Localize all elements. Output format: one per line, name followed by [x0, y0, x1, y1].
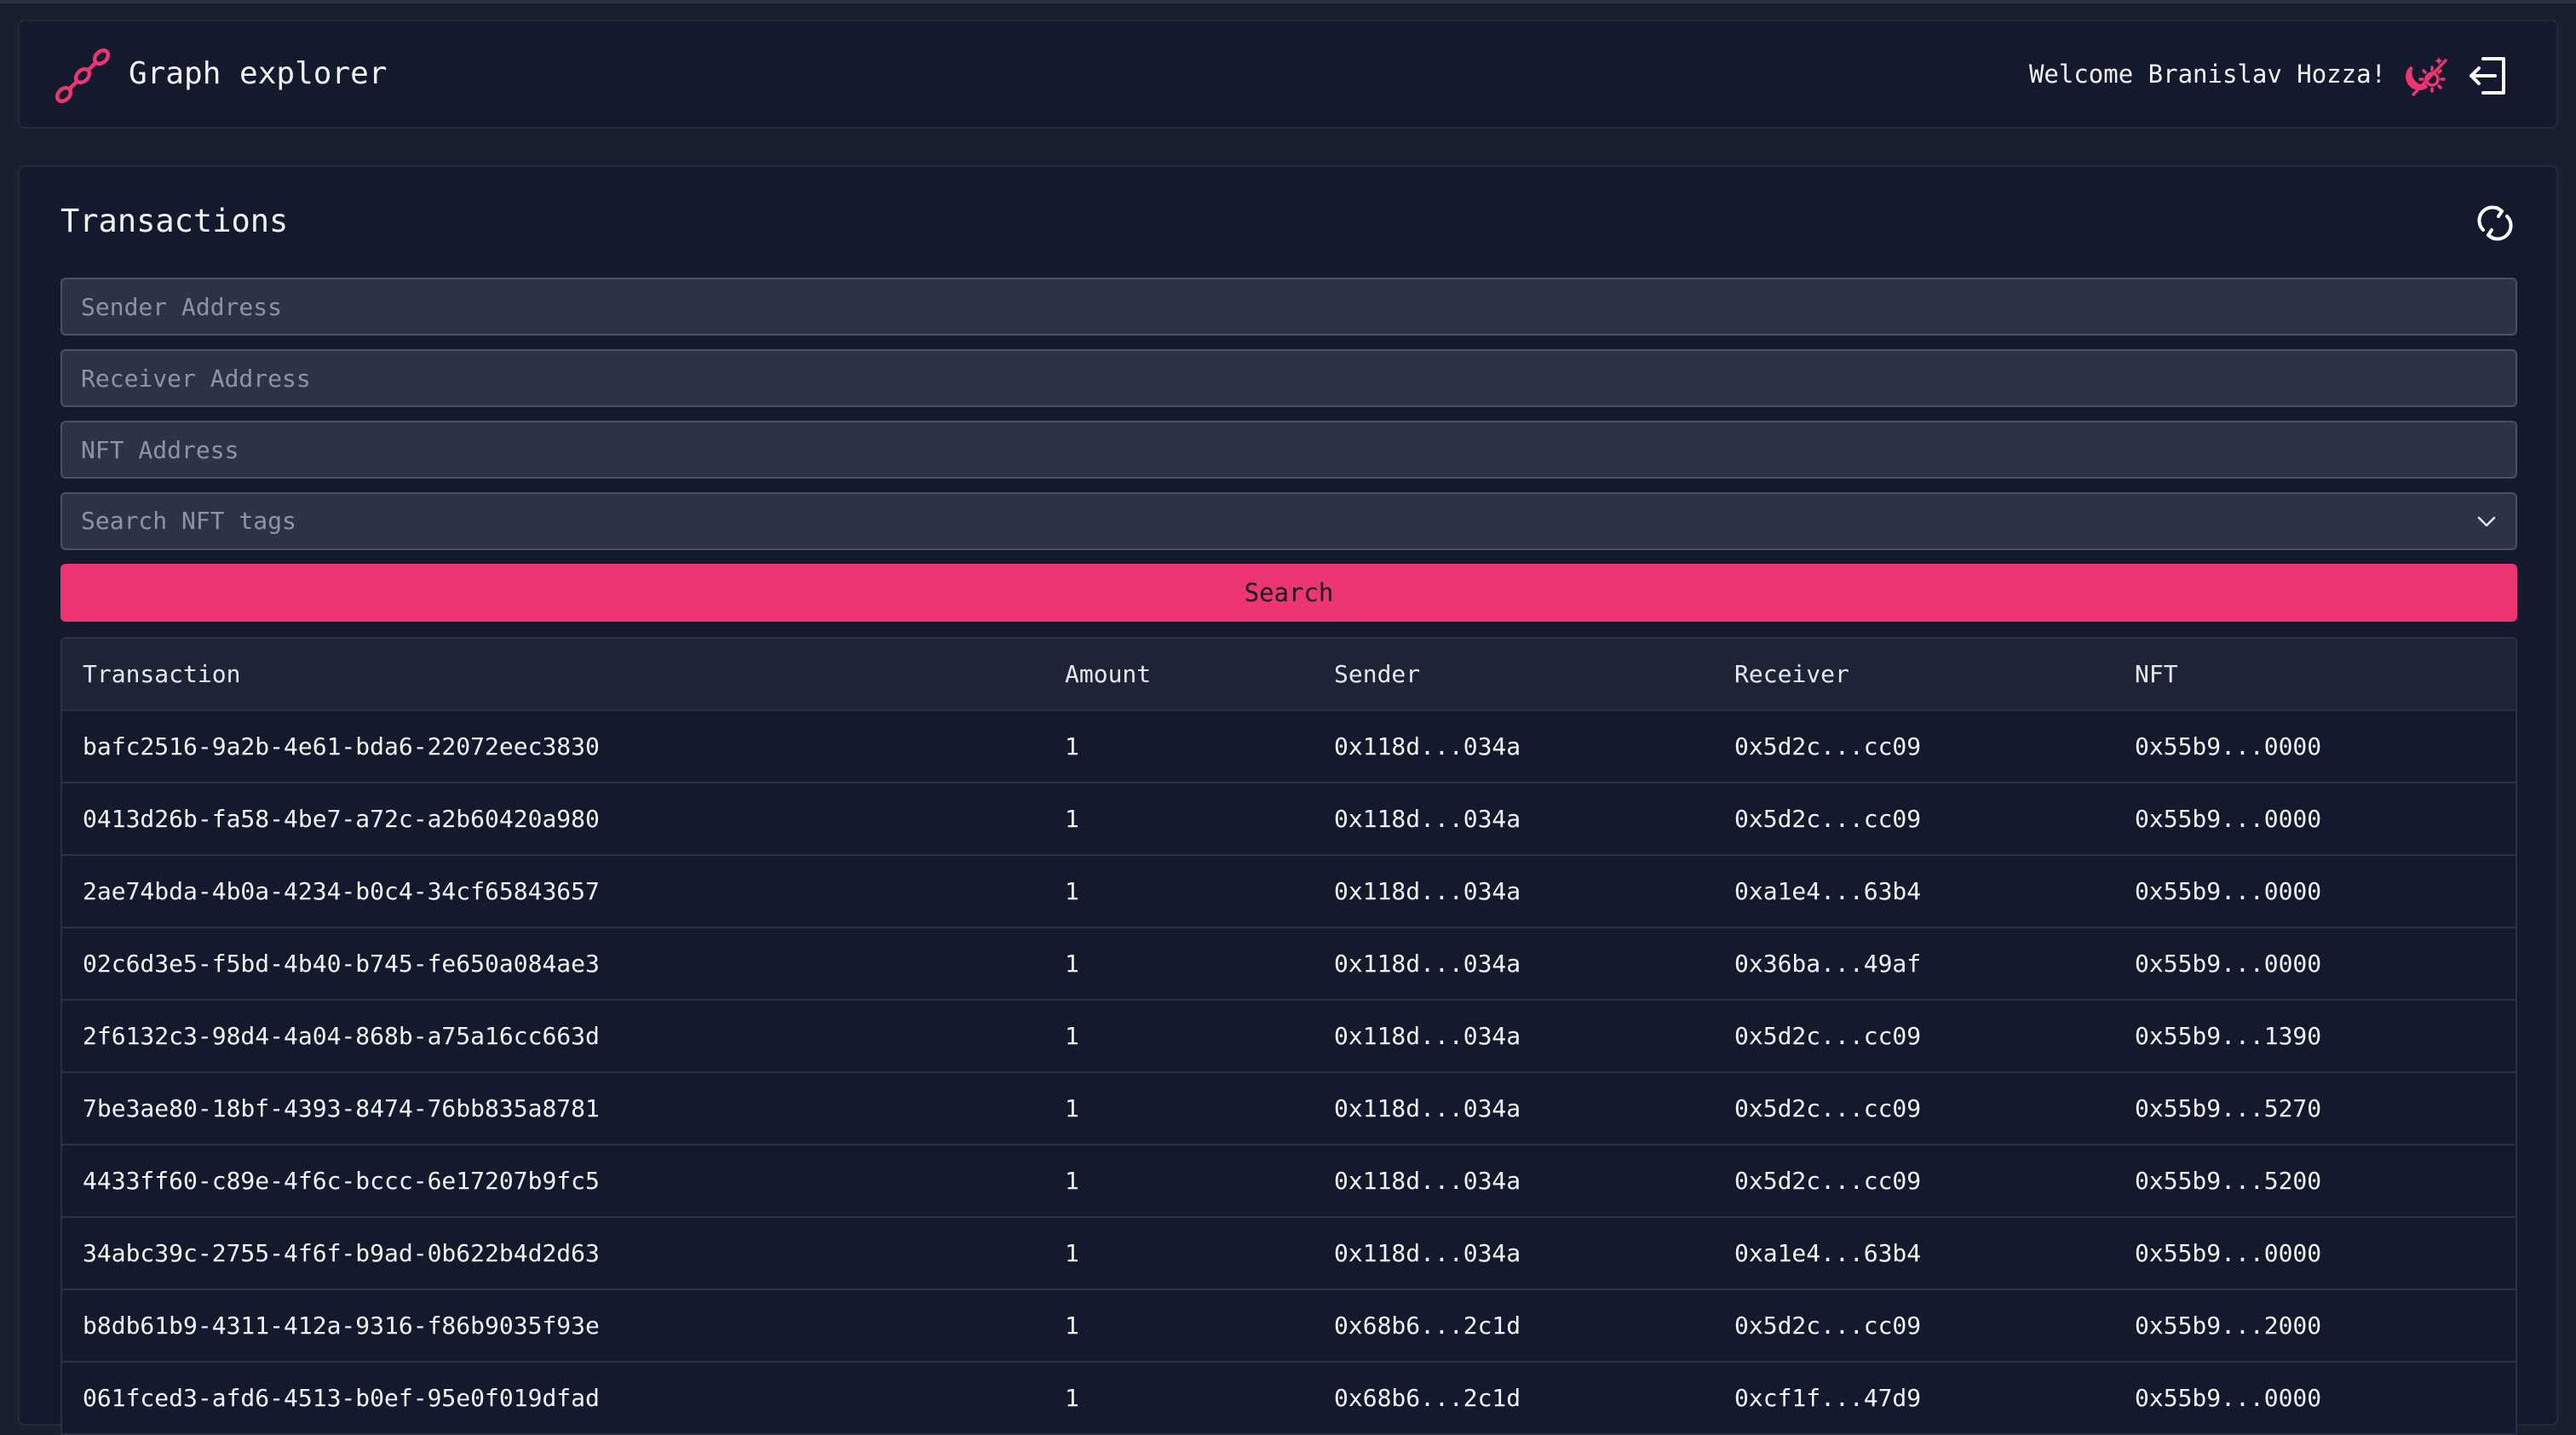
amount-cell: 1 — [1065, 1384, 1079, 1412]
sender-cell: 0x118d...034a — [1334, 950, 1521, 978]
transaction-id-cell: 4433ff60-c89e-4f6c-bccc-6e17207b9fc5 — [83, 1167, 600, 1195]
amount-cell: 1 — [1065, 1094, 1079, 1122]
transactions-panel: Transactions Search NFT tags Search Tran… — [18, 165, 2558, 1435]
chain-link-icon — [55, 48, 111, 104]
amount-cell: 1 — [1065, 1239, 1079, 1267]
amount-cell: 1 — [1065, 1312, 1079, 1340]
table-row[interactable]: 7be3ae80-18bf-4393-8474-76bb835a8781 1 0… — [62, 1073, 2516, 1145]
column-header-transaction[interactable]: Transaction — [83, 639, 240, 709]
column-header-sender[interactable]: Sender — [1334, 639, 1420, 709]
column-header-nft[interactable]: NFT — [2135, 639, 2178, 709]
nft-cell: 0x55b9...0000 — [2135, 1384, 2322, 1412]
table-header-row: Transaction Amount Sender Receiver NFT — [62, 639, 2516, 711]
nft-cell: 0x55b9...1390 — [2135, 1022, 2322, 1050]
table-row[interactable]: 061fced3-afd6-4513-b0ef-95e0f019dfad 1 0… — [62, 1363, 2516, 1435]
sender-cell: 0x68b6...2c1d — [1334, 1312, 1521, 1340]
transactions-table: Transaction Amount Sender Receiver NFT b… — [60, 637, 2517, 1435]
nft-address-input[interactable] — [60, 421, 2517, 479]
nft-cell: 0x55b9...0000 — [2135, 732, 2322, 761]
receiver-cell: 0x5d2c...cc09 — [1734, 1094, 1922, 1122]
sender-cell: 0x118d...034a — [1334, 732, 1521, 761]
chevron-down-icon[interactable] — [2475, 509, 2498, 533]
receiver-cell: 0x5d2c...cc09 — [1734, 1022, 1922, 1050]
amount-cell: 1 — [1065, 732, 1079, 761]
table-row[interactable]: 34abc39c-2755-4f6f-b9ad-0b622b4d2d63 1 0… — [62, 1218, 2516, 1290]
column-header-amount[interactable]: Amount — [1065, 639, 1151, 709]
search-button[interactable]: Search — [60, 564, 2517, 622]
welcome-text: Welcome Branislav Hozza! — [2028, 60, 2386, 89]
amount-cell: 1 — [1065, 950, 1079, 978]
receiver-cell: 0x36ba...49af — [1734, 950, 1922, 978]
nft-cell: 0x55b9...5200 — [2135, 1167, 2322, 1195]
table-row[interactable]: 4433ff60-c89e-4f6c-bccc-6e17207b9fc5 1 0… — [62, 1145, 2516, 1218]
receiver-cell: 0x5d2c...cc09 — [1734, 732, 1922, 761]
nft-tags-placeholder[interactable]: Search NFT tags — [60, 492, 2517, 550]
sender-cell: 0x118d...034a — [1334, 805, 1521, 833]
table-row[interactable]: 0413d26b-fa58-4be7-a72c-a2b60420a980 1 0… — [62, 784, 2516, 856]
top-border — [0, 0, 2576, 3]
amount-cell: 1 — [1065, 1022, 1079, 1050]
receiver-cell: 0x5d2c...cc09 — [1734, 1167, 1922, 1195]
transaction-id-cell: 02c6d3e5-f5bd-4b40-b745-fe650a084ae3 — [83, 950, 600, 978]
amount-cell: 1 — [1065, 1167, 1079, 1195]
sender-cell: 0x118d...034a — [1334, 1167, 1521, 1195]
nft-cell: 0x55b9...0000 — [2135, 950, 2322, 978]
table-row[interactable]: 2ae74bda-4b0a-4234-b0c4-34cf65843657 1 0… — [62, 856, 2516, 928]
logout-icon[interactable] — [2464, 52, 2512, 100]
sender-cell: 0x118d...034a — [1334, 1022, 1521, 1050]
table-row[interactable]: 2f6132c3-98d4-4a04-868b-a75a16cc663d 1 0… — [62, 1001, 2516, 1073]
sender-cell: 0x118d...034a — [1334, 1239, 1521, 1267]
sun-moon-theme-icon[interactable] — [2405, 52, 2452, 100]
transaction-id-cell: 7be3ae80-18bf-4393-8474-76bb835a8781 — [83, 1094, 600, 1122]
table-row[interactable]: b8db61b9-4311-412a-9316-f86b9035f93e 1 0… — [62, 1290, 2516, 1363]
transaction-id-cell: 34abc39c-2755-4f6f-b9ad-0b622b4d2d63 — [83, 1239, 600, 1267]
transaction-id-cell: 2ae74bda-4b0a-4234-b0c4-34cf65843657 — [83, 877, 600, 905]
transaction-id-cell: bafc2516-9a2b-4e61-bda6-22072eec3830 — [83, 732, 600, 761]
nft-cell: 0x55b9...0000 — [2135, 1239, 2322, 1267]
column-header-receiver[interactable]: Receiver — [1734, 639, 1849, 709]
nft-cell: 0x55b9...5270 — [2135, 1094, 2322, 1122]
transaction-id-cell: 0413d26b-fa58-4be7-a72c-a2b60420a980 — [83, 805, 600, 833]
amount-cell: 1 — [1065, 805, 1079, 833]
app-header: Graph explorer Welcome Branislav Hozza! — [18, 20, 2558, 129]
receiver-cell: 0x5d2c...cc09 — [1734, 805, 1922, 833]
app-title: Graph explorer — [129, 56, 388, 91]
transaction-id-cell: 061fced3-afd6-4513-b0ef-95e0f019dfad — [83, 1384, 600, 1412]
table-row[interactable]: 02c6d3e5-f5bd-4b40-b745-fe650a084ae3 1 0… — [62, 928, 2516, 1001]
receiver-cell: 0xa1e4...63b4 — [1734, 877, 1922, 905]
transaction-id-cell: 2f6132c3-98d4-4a04-868b-a75a16cc663d — [83, 1022, 600, 1050]
nft-tags-select[interactable]: Search NFT tags — [60, 492, 2517, 550]
receiver-address-input[interactable] — [60, 349, 2517, 407]
refresh-icon[interactable] — [2473, 201, 2517, 245]
transaction-id-cell: b8db61b9-4311-412a-9316-f86b9035f93e — [83, 1312, 600, 1340]
receiver-cell: 0x5d2c...cc09 — [1734, 1312, 1922, 1340]
panel-title: Transactions — [60, 203, 289, 239]
receiver-cell: 0xcf1f...47d9 — [1734, 1384, 1922, 1412]
sender-cell: 0x118d...034a — [1334, 877, 1521, 905]
nft-cell: 0x55b9...2000 — [2135, 1312, 2322, 1340]
table-row[interactable]: bafc2516-9a2b-4e61-bda6-22072eec3830 1 0… — [62, 711, 2516, 784]
nft-cell: 0x55b9...0000 — [2135, 805, 2322, 833]
sender-cell: 0x118d...034a — [1334, 1094, 1521, 1122]
receiver-cell: 0xa1e4...63b4 — [1734, 1239, 1922, 1267]
sender-cell: 0x68b6...2c1d — [1334, 1384, 1521, 1412]
sender-address-input[interactable] — [60, 278, 2517, 336]
amount-cell: 1 — [1065, 877, 1079, 905]
nft-cell: 0x55b9...0000 — [2135, 877, 2322, 905]
